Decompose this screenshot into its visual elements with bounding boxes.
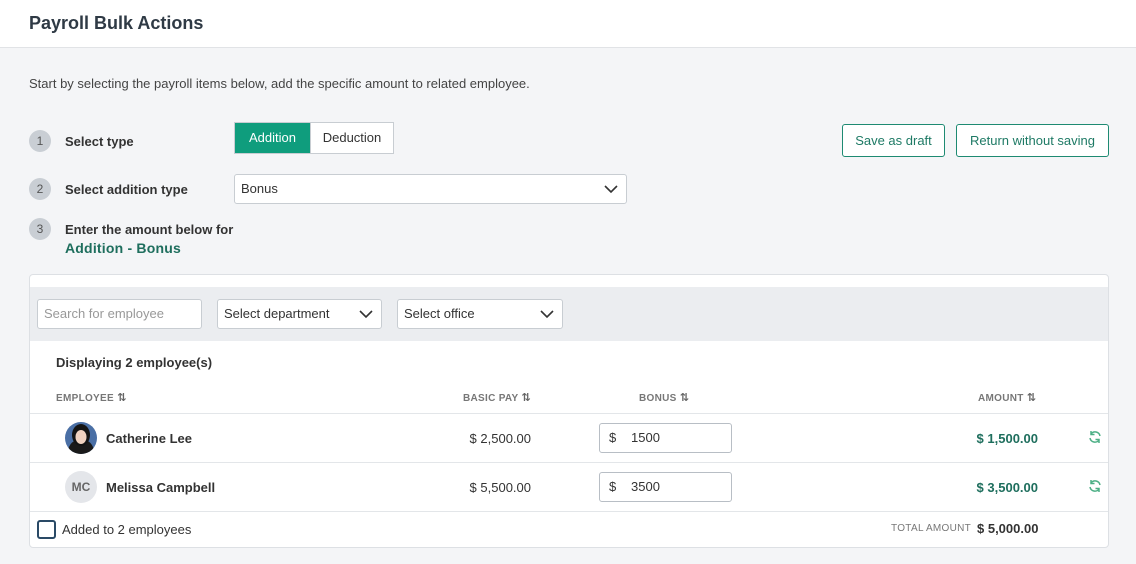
search-input[interactable]: Search for employee (37, 299, 202, 329)
column-header-amount[interactable]: AMOUNT ⇅ (978, 391, 1036, 404)
page-header: Payroll Bulk Actions (0, 0, 1136, 48)
row-divider (30, 511, 1108, 512)
column-header-employee-label: EMPLOYEE (56, 393, 114, 404)
employee-name: Catherine Lee (106, 431, 192, 446)
toggle-deduction[interactable]: Deduction (310, 123, 393, 153)
currency-symbol: $ (609, 430, 617, 445)
row-divider (30, 413, 1108, 414)
amount-value: $ 1,500.00 (976, 431, 1038, 446)
return-without-saving-button[interactable]: Return without saving (956, 124, 1109, 157)
chevron-down-icon (359, 310, 373, 319)
currency-symbol: $ (609, 479, 617, 494)
select-all-checkbox[interactable] (37, 520, 56, 539)
employee-name: Melissa Campbell (106, 480, 216, 495)
column-header-basic-pay[interactable]: BASIC PAY ⇅ (463, 391, 531, 404)
step-label-select-type: Select type (65, 134, 134, 149)
sort-icon: ⇅ (521, 392, 531, 404)
column-header-amount-label: AMOUNT (978, 393, 1024, 404)
total-amount-label: TOTAL AMOUNT (891, 523, 972, 534)
type-toggle: Addition Deduction (234, 122, 394, 154)
step-label-addition-type: Select addition type (65, 182, 188, 197)
row-divider (30, 462, 1108, 463)
bonus-input[interactable]: $ 3500 (599, 472, 732, 502)
addition-type-select[interactable]: Bonus (234, 174, 627, 204)
bonus-value: 1500 (631, 430, 660, 445)
office-select-label: Select office (404, 306, 475, 321)
office-select[interactable]: Select office (397, 299, 563, 329)
department-select-label: Select department (224, 306, 330, 321)
avatar (65, 422, 97, 454)
chevron-down-icon (540, 310, 554, 319)
page-title: Payroll Bulk Actions (29, 13, 204, 33)
added-employees-label: Added to 2 employees (62, 522, 192, 537)
step-number-3: 3 (29, 218, 51, 240)
step-number-1: 1 (29, 130, 51, 152)
bonus-value: 3500 (631, 479, 660, 494)
bonus-input[interactable]: $ 1500 (599, 423, 732, 453)
employee-panel: Search for employee Select department Se… (29, 274, 1109, 548)
chevron-down-icon (604, 185, 618, 194)
selected-item-label: Addition - Bonus (65, 240, 181, 256)
sort-icon: ⇅ (1026, 392, 1037, 404)
column-header-employee[interactable]: EMPLOYEE ⇅ (56, 391, 127, 404)
filter-bar: Search for employee Select department Se… (30, 287, 1108, 341)
basic-pay-value: $ 2,500.00 (469, 431, 531, 446)
total-amount-value: $ 5,000.00 (977, 521, 1039, 536)
addition-type-value: Bonus (241, 181, 278, 196)
column-header-bonus-label: BONUS (639, 393, 677, 404)
sort-icon: ⇅ (117, 392, 127, 404)
step-number-2: 2 (29, 178, 51, 200)
save-draft-button[interactable]: Save as draft (842, 124, 945, 157)
employee-count: Displaying 2 employee(s) (56, 355, 213, 370)
sort-icon: ⇅ (679, 392, 690, 404)
refresh-icon[interactable] (1088, 479, 1102, 493)
column-header-basic-pay-label: BASIC PAY (463, 393, 519, 404)
department-select[interactable]: Select department (217, 299, 382, 329)
avatar-photo-icon (65, 422, 97, 454)
avatar: MC (65, 471, 97, 503)
refresh-icon[interactable] (1088, 430, 1102, 444)
basic-pay-value: $ 5,500.00 (469, 480, 531, 495)
amount-value: $ 3,500.00 (976, 480, 1038, 495)
intro-text: Start by selecting the payroll items bel… (29, 76, 530, 91)
step-label-enter-amount: Enter the amount below for (65, 222, 234, 237)
column-header-bonus[interactable]: BONUS ⇅ (639, 391, 689, 404)
toggle-addition[interactable]: Addition (235, 123, 310, 153)
